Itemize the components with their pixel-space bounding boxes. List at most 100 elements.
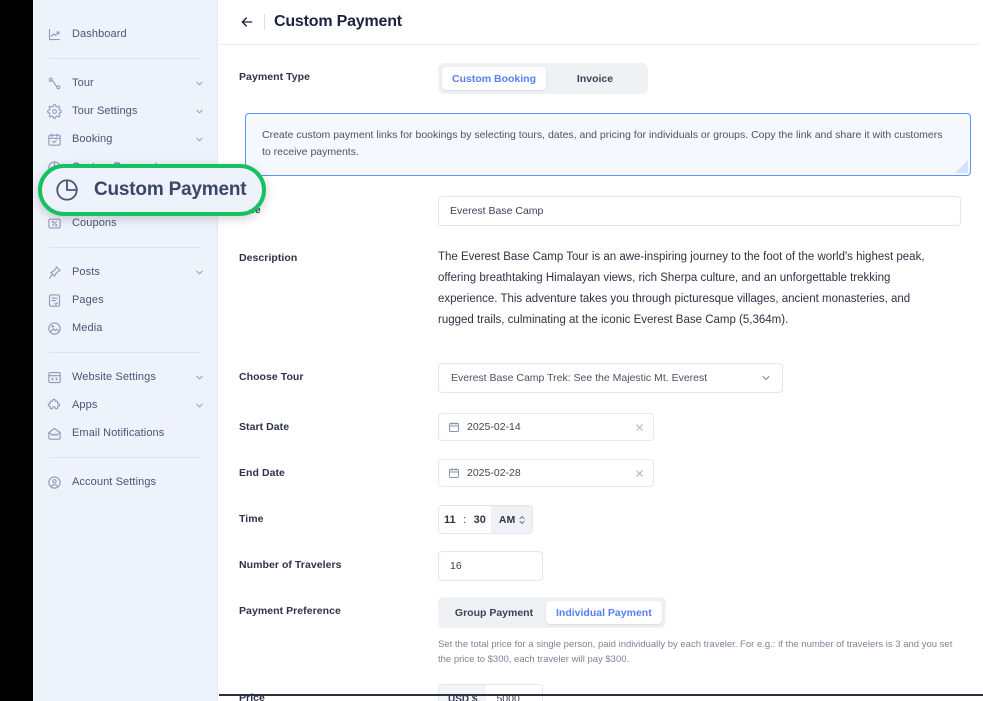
sidebar-item-website-settings[interactable]: Website Settings <box>33 363 217 391</box>
sidebar-item-label: Dashboard <box>72 28 127 40</box>
sidebar-divider <box>49 58 201 59</box>
row-end-date: End Date 2025-02-28 <box>239 459 971 487</box>
header-divider <box>264 14 265 30</box>
row-choose-tour: Choose Tour Everest Base Camp Trek: See … <box>239 363 971 393</box>
close-icon[interactable] <box>634 422 645 433</box>
sidebar-item-label: Tour <box>72 77 94 89</box>
close-icon[interactable] <box>634 468 645 479</box>
row-price: Price USD $ 5000 <box>239 684 971 701</box>
chevron-down-icon[interactable] <box>194 78 205 89</box>
sidebar-item-posts[interactable]: Posts <box>33 258 217 286</box>
sidebar-divider <box>49 457 201 458</box>
page-title: Custom Payment <box>274 13 402 30</box>
calendar-icon <box>448 421 460 433</box>
chevron-down-icon[interactable] <box>194 106 205 117</box>
tab-individual-payment[interactable]: Individual Payment <box>546 601 662 624</box>
sidebar-item-label: Posts <box>72 266 101 278</box>
page-header: Custom Payment <box>219 0 979 45</box>
price-currency-selector[interactable]: USD $ <box>439 685 487 701</box>
sidebar-item-tour-settings[interactable]: Tour Settings <box>33 97 217 125</box>
chevron-down-icon[interactable] <box>194 372 205 383</box>
payment-preference-tabs: Group Payment Individual Payment <box>438 597 666 628</box>
puzzle-icon <box>47 398 62 413</box>
row-time: Time 11 : 30 AM <box>239 505 971 534</box>
time-minute[interactable]: 30 <box>469 506 491 533</box>
sidebar-item-tour[interactable]: Tour <box>33 69 217 97</box>
coupon-icon <box>47 216 62 231</box>
sidebar-item-dashboard[interactable]: Dashboard <box>33 20 217 48</box>
sidebar-item-apps[interactable]: Apps <box>33 391 217 419</box>
chevron-up-down-icon <box>518 514 526 526</box>
payment-preference-helper-text: Set the total price for a single person,… <box>438 639 953 665</box>
price-input[interactable]: USD $ 5000 <box>438 684 543 701</box>
description-text[interactable]: The Everest Base Camp Tour is an awe-ins… <box>438 244 938 331</box>
sidebar-item-label: Email Notifications <box>72 427 165 439</box>
sidebar-item-pages[interactable]: Pages <box>33 286 217 314</box>
sidebar-item-label: Media <box>72 322 103 334</box>
time-input[interactable]: 11 : 30 AM <box>438 505 534 534</box>
payment-type-tabs: Custom Booking Invoice <box>438 63 648 94</box>
choose-tour-select[interactable]: Everest Base Camp Trek: See the Majestic… <box>438 363 783 393</box>
chevron-down-icon <box>760 372 772 384</box>
choose-tour-value: Everest Base Camp Trek: See the Majestic… <box>451 372 708 384</box>
title-input[interactable]: Everest Base Camp <box>438 196 961 226</box>
info-banner: Create custom payment links for bookings… <box>245 113 971 176</box>
calendar-icon <box>448 467 460 479</box>
bottom-divider <box>219 694 983 696</box>
row-start-date: Start Date 2025-02-14 <box>239 413 971 441</box>
row-travelers: Number of Travelers 16 <box>239 551 971 581</box>
tab-group-payment[interactable]: Group Payment <box>442 601 546 624</box>
sidebar-group-3: Posts Pages Media <box>33 258 217 342</box>
sidebar-item-email-notifications[interactable]: Email Notifications <box>33 419 217 447</box>
gear-icon <box>47 103 62 119</box>
time-separator: : <box>463 513 467 526</box>
start-date-value: 2025-02-14 <box>467 421 521 433</box>
browser-icon <box>47 370 62 385</box>
resize-handle[interactable] <box>955 160 968 173</box>
pin-icon <box>47 265 62 280</box>
sidebar-divider <box>49 352 201 353</box>
chevron-down-icon[interactable] <box>194 134 205 145</box>
sidebar: Dashboard Tour Tour Settings Booking Cou… <box>33 0 218 701</box>
title-label: Title <box>239 196 438 216</box>
info-banner-text: Create custom payment links for bookings… <box>262 129 943 158</box>
start-date-label: Start Date <box>239 421 290 433</box>
time-meridiem-value: AM <box>498 513 516 526</box>
tab-custom-booking[interactable]: Custom Booking <box>442 67 546 90</box>
description-label: Description <box>239 252 298 264</box>
price-value[interactable]: 5000 <box>486 685 542 701</box>
calendar-check-icon <box>47 132 62 147</box>
sidebar-item-account-settings[interactable]: Account Settings <box>33 468 217 496</box>
image-icon <box>47 321 62 336</box>
time-label: Time <box>239 513 264 525</box>
callout-label: Custom Payment <box>94 179 247 200</box>
payment-preference-label: Payment Preference <box>239 605 341 617</box>
travelers-input[interactable]: 16 <box>438 551 543 581</box>
travelers-label: Number of Travelers <box>239 559 342 571</box>
sidebar-item-label: Pages <box>72 294 104 306</box>
pie-chart-icon <box>54 177 80 203</box>
tab-invoice[interactable]: Invoice <box>546 67 644 90</box>
price-label: Price <box>239 692 265 701</box>
row-payment-type: Payment Type Custom Booking Invoice <box>239 63 971 94</box>
sidebar-item-label: Booking <box>72 133 113 145</box>
page-icon <box>47 293 62 308</box>
sidebar-item-label: Account Settings <box>72 476 157 488</box>
main-content: Custom Payment Payment Type Custom Booki… <box>219 0 983 701</box>
route-icon <box>47 76 62 91</box>
sidebar-divider <box>49 247 201 248</box>
chevron-down-icon[interactable] <box>194 267 205 278</box>
sidebar-item-booking[interactable]: Booking <box>33 125 217 153</box>
end-date-input[interactable]: 2025-02-28 <box>438 459 654 487</box>
time-hour[interactable]: 11 <box>439 506 461 533</box>
start-date-input[interactable]: 2025-02-14 <box>438 413 654 441</box>
chevron-down-icon[interactable] <box>194 400 205 411</box>
sidebar-item-media[interactable]: Media <box>33 314 217 342</box>
sidebar-group-4: Website Settings Apps Email Notification… <box>33 363 217 447</box>
sidebar-item-label: Tour Settings <box>72 105 138 117</box>
time-meridiem-stepper[interactable]: AM <box>490 506 533 533</box>
row-payment-preference: Payment Preference Group Payment Individ… <box>239 597 971 667</box>
custom-payment-highlight-callout[interactable]: Custom Payment <box>38 164 266 216</box>
arrow-left-icon[interactable] <box>239 14 255 30</box>
custom-payment-form: Payment Type Custom Booking Invoice Crea… <box>219 63 983 701</box>
